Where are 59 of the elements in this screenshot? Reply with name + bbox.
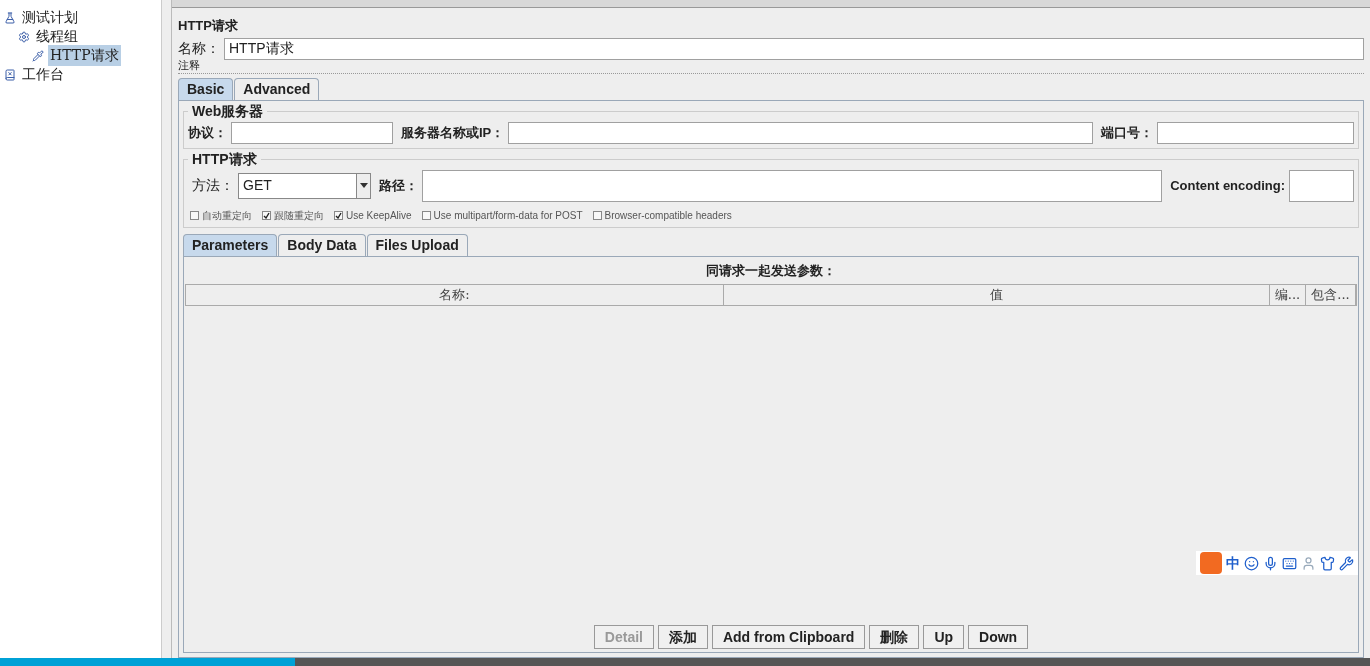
tree-item[interactable]: HTTP请求 bbox=[48, 45, 121, 66]
tab[interactable]: Files Upload bbox=[366, 233, 468, 256]
keyboard-icon[interactable] bbox=[1282, 555, 1297, 571]
name-field[interactable]: HTTP请求 bbox=[224, 37, 1364, 60]
section-title: Web服务器 bbox=[191, 101, 265, 121]
sogou-logo bbox=[1200, 552, 1222, 574]
text-field[interactable] bbox=[231, 121, 393, 144]
tree-item[interactable]: 线程组 bbox=[34, 26, 80, 47]
tree-item[interactable]: 工作台 bbox=[20, 64, 66, 85]
checkbox[interactable] bbox=[334, 210, 343, 220]
pipette-icon bbox=[32, 49, 44, 62]
ime-mode-label[interactable]: 中 bbox=[1226, 552, 1240, 574]
microphone-icon[interactable] bbox=[1263, 555, 1278, 571]
text-field[interactable] bbox=[1157, 121, 1354, 144]
checkbox[interactable] bbox=[190, 210, 199, 220]
text-field[interactable] bbox=[508, 121, 1093, 144]
field-label: 名称： bbox=[178, 39, 220, 58]
field-label: 方法： bbox=[192, 176, 234, 195]
field-label: 路径： bbox=[379, 176, 418, 195]
section-title: HTTP请求 bbox=[191, 149, 258, 169]
wrench-icon[interactable] bbox=[1339, 555, 1354, 571]
action-button[interactable]: Up bbox=[923, 625, 965, 649]
checkbox-label: 自动重定向 bbox=[202, 208, 252, 223]
emoji-icon[interactable] bbox=[1244, 555, 1259, 571]
text-field[interactable] bbox=[1289, 169, 1354, 202]
gear-icon bbox=[18, 30, 30, 43]
checkbox[interactable] bbox=[592, 210, 602, 220]
action-button[interactable]: 添加 bbox=[657, 625, 708, 649]
tree-item[interactable]: 测试计划 bbox=[20, 7, 80, 28]
column-header[interactable]: 名称: bbox=[186, 285, 724, 305]
checkbox-label: 跟随重定向 bbox=[274, 208, 324, 223]
method-dropdown[interactable]: GET bbox=[238, 172, 371, 199]
field-label: 服务器名称或IP： bbox=[401, 123, 505, 142]
action-button[interactable]: Add from Clipboard bbox=[711, 625, 866, 649]
field-label: Content encoding: bbox=[1170, 176, 1285, 195]
column-header[interactable]: 编... bbox=[1270, 285, 1306, 305]
checkbox-label: Use KeepAlive bbox=[346, 208, 412, 223]
table-caption: 同请求一起发送参数： bbox=[705, 261, 837, 280]
column-header[interactable]: 值 bbox=[724, 285, 1270, 305]
panel-title: HTTP请求 bbox=[178, 17, 239, 35]
tab[interactable]: Body Data bbox=[278, 233, 366, 256]
field-label: 端口号： bbox=[1101, 123, 1153, 142]
checkbox-label: Use multipart/form-data for POST bbox=[433, 208, 583, 223]
tab[interactable]: Parameters bbox=[183, 233, 278, 256]
action-button[interactable]: 删除 bbox=[869, 625, 920, 649]
checkbox[interactable] bbox=[262, 210, 271, 220]
checkbox-label: Browser-compatible headers bbox=[604, 208, 732, 223]
caret-icon bbox=[356, 173, 370, 198]
notebook-icon bbox=[4, 68, 16, 81]
field-label: 注释 bbox=[178, 60, 200, 72]
flask-icon bbox=[4, 11, 16, 24]
action-button[interactable]: Down bbox=[968, 625, 1029, 649]
shirt-icon[interactable] bbox=[1320, 555, 1335, 571]
tab[interactable]: Basic bbox=[178, 77, 234, 100]
checkbox[interactable] bbox=[421, 210, 431, 220]
text-field[interactable] bbox=[422, 169, 1163, 202]
column-header[interactable]: 包含... bbox=[1306, 285, 1356, 305]
tab[interactable]: Advanced bbox=[234, 77, 320, 100]
field-label: 协议： bbox=[188, 123, 227, 142]
